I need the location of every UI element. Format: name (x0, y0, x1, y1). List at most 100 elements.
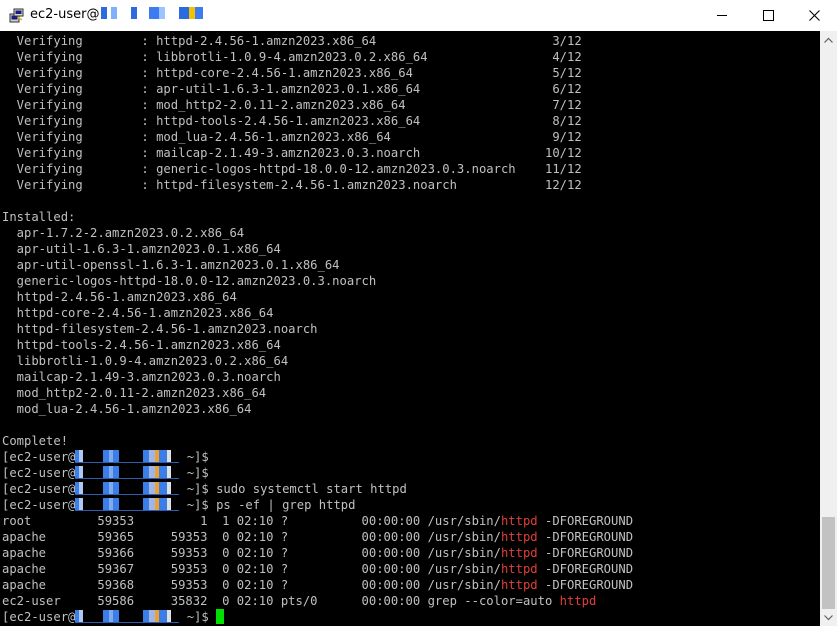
verify-line: Verifying : mod_http2-2.0.11-2.amzn2023.… (2, 97, 633, 113)
ps-fields: apache 59368 59353 0 02:10 ? 00:00:00 (2, 578, 428, 592)
verify-action: Verifying : (2, 82, 157, 96)
ps-row: apache 59367 59353 0 02:10 ? 00:00:00 /u… (2, 561, 633, 577)
installed-line: mod_http2-2.0.11-2.amzn2023.x86_64 (2, 385, 633, 401)
installed-line: apr-util-openssl-1.6.3-1.amzn2023.0.1.x8… (2, 257, 633, 273)
window-title: ec2-user@ (30, 7, 212, 23)
scroll-up-button[interactable] (820, 31, 837, 48)
ps-command-highlight: httpd (559, 594, 597, 608)
installed-package: apr-1.7.2-2.amzn2023.0.2.x86_64 (2, 226, 245, 240)
chevron-down-icon (824, 614, 833, 620)
verify-progress: 5/12 (544, 66, 582, 80)
verify-progress: 10/12 (544, 146, 582, 160)
putty-icon (9, 8, 24, 23)
ps-fields: root 59353 1 1 02:10 ? 00:00:00 (2, 514, 428, 528)
prompt-suffix: ~]$ (179, 450, 217, 464)
verify-action: Verifying : (2, 50, 157, 64)
installed-package: apr-util-1.6.3-1.amzn2023.0.1.x86_64 (2, 242, 281, 256)
verify-package: mailcap-2.1.49-3.amzn2023.0.3.noarch (156, 146, 545, 160)
installed-line: httpd-tools-2.4.56-1.amzn2023.x86_64 (2, 337, 633, 353)
installed-line: httpd-filesystem-2.4.56-1.amzn2023.noarc… (2, 321, 633, 337)
prompt-suffix: ~]$ (179, 498, 217, 512)
redacted-hostname (75, 482, 180, 495)
ps-command: /usr/sbin/ (427, 514, 501, 528)
verify-progress: 12/12 (544, 178, 582, 192)
ps-command-highlight: httpd (500, 546, 538, 560)
ps-command: /usr/sbin/ (427, 562, 501, 576)
minimize-button[interactable] (699, 0, 745, 31)
verify-progress: 3/12 (544, 34, 582, 48)
vertical-scrollbar[interactable] (820, 31, 837, 626)
verify-action: Verifying : (2, 178, 157, 192)
verify-progress: 9/12 (544, 130, 582, 144)
ps-fields: ec2-user 59586 35832 0 02:10 pts/0 00:00… (2, 594, 428, 608)
scroll-down-button[interactable] (820, 609, 837, 626)
ps-fields: apache 59365 59353 0 02:10 ? 00:00:00 (2, 530, 428, 544)
terminal-output: Verifying : httpd-2.4.56-1.amzn2023.x86_… (2, 33, 633, 625)
installed-package: httpd-2.4.56-1.amzn2023.x86_64 (2, 290, 237, 304)
ps-command-args: -DFOREGROUND (537, 530, 634, 544)
redacted-hostname (75, 450, 180, 463)
installed-line: generic-logos-httpd-18.0.0-12.amzn2023.0… (2, 273, 633, 289)
ps-row: root 59353 1 1 02:10 ? 00:00:00 /usr/sbi… (2, 513, 633, 529)
ps-command-args: -DFOREGROUND (537, 546, 634, 560)
verify-progress: 4/12 (544, 50, 582, 64)
ps-row: apache 59368 59353 0 02:10 ? 00:00:00 /u… (2, 577, 633, 593)
complete-line: Complete! (2, 433, 633, 449)
ps-command-args: -DFOREGROUND (537, 578, 634, 592)
prompt-suffix: ~]$ (179, 466, 217, 480)
ps-command: grep --color=auto (427, 594, 560, 608)
verify-package: httpd-filesystem-2.4.56-1.amzn2023.noarc… (156, 178, 545, 192)
ps-row: apache 59365 59353 0 02:10 ? 00:00:00 /u… (2, 529, 633, 545)
verify-package: httpd-core-2.4.56-1.amzn2023.x86_64 (156, 66, 545, 80)
verify-line: Verifying : httpd-filesystem-2.4.56-1.am… (2, 177, 633, 193)
verify-line: Verifying : mailcap-2.1.49-3.amzn2023.0.… (2, 145, 633, 161)
close-button[interactable] (791, 0, 837, 31)
verify-action: Verifying : (2, 146, 157, 160)
installed-line: libbrotli-1.0.9-4.amzn2023.0.2.x86_64 (2, 353, 633, 369)
ps-row: apache 59366 59353 0 02:10 ? 00:00:00 /u… (2, 545, 633, 561)
prompt-line: [ec2-user@ ~]$ sudo systemctl start http… (2, 481, 633, 497)
installed-header: Installed: (2, 209, 633, 225)
installed-package: httpd-core-2.4.56-1.amzn2023.x86_64 (2, 306, 274, 320)
verify-progress: 7/12 (544, 98, 582, 112)
prompt-line: [ec2-user@ ~]$ (2, 465, 633, 481)
verify-progress: 6/12 (544, 82, 582, 96)
prompt-user: [ec2-user@ (2, 450, 76, 464)
verify-line: Verifying : httpd-2.4.56-1.amzn2023.x86_… (2, 33, 633, 49)
prompt-user: [ec2-user@ (2, 482, 76, 496)
maximize-button[interactable] (745, 0, 791, 31)
prompt-user: [ec2-user@ (2, 466, 76, 480)
prompt-user: [ec2-user@ (2, 610, 76, 624)
ps-fields: apache 59367 59353 0 02:10 ? 00:00:00 (2, 562, 428, 576)
verify-package: generic-logos-httpd-18.0.0-12.amzn2023.0… (156, 162, 545, 176)
installed-line: apr-util-1.6.3-1.amzn2023.0.1.x86_64 (2, 241, 633, 257)
chevron-up-icon (824, 37, 833, 43)
installed-package: httpd-filesystem-2.4.56-1.amzn2023.noarc… (2, 322, 318, 336)
verify-action: Verifying : (2, 34, 157, 48)
command-text: sudo systemctl start httpd (216, 482, 407, 496)
installed-package: apr-util-openssl-1.6.3-1.amzn2023.0.1.x8… (2, 258, 340, 272)
redacted-hostname (101, 7, 212, 19)
scroll-thumb[interactable] (822, 517, 835, 609)
installed-package: generic-logos-httpd-18.0.0-12.amzn2023.0… (2, 274, 377, 288)
installed-package: mod_http2-2.0.11-2.amzn2023.x86_64 (2, 386, 267, 400)
ps-command-highlight: httpd (500, 530, 538, 544)
prompt-user: [ec2-user@ (2, 498, 76, 512)
ps-command: /usr/sbin/ (427, 578, 501, 592)
minimize-icon (717, 15, 727, 16)
terminal-area[interactable]: Verifying : httpd-2.4.56-1.amzn2023.x86_… (0, 31, 820, 626)
verify-action: Verifying : (2, 66, 157, 80)
title-bar[interactable]: ec2-user@ (0, 0, 837, 31)
command-text: ps -ef | grep httpd (216, 498, 356, 512)
redacted-hostname (75, 466, 180, 479)
current-prompt-line: [ec2-user@ ~]$ (2, 609, 633, 625)
installed-line: apr-1.7.2-2.amzn2023.0.2.x86_64 (2, 225, 633, 241)
verify-package: apr-util-1.6.3-1.amzn2023.0.1.x86_64 (156, 82, 545, 96)
verify-package: libbrotli-1.0.9-4.amzn2023.0.2.x86_64 (156, 50, 545, 64)
prompt-line: [ec2-user@ ~]$ (2, 449, 633, 465)
installed-heading: Installed: (2, 210, 76, 224)
ps-command-highlight: httpd (500, 514, 538, 528)
verify-package: httpd-2.4.56-1.amzn2023.x86_64 (156, 34, 545, 48)
ps-command-args: -DFOREGROUND (537, 562, 634, 576)
